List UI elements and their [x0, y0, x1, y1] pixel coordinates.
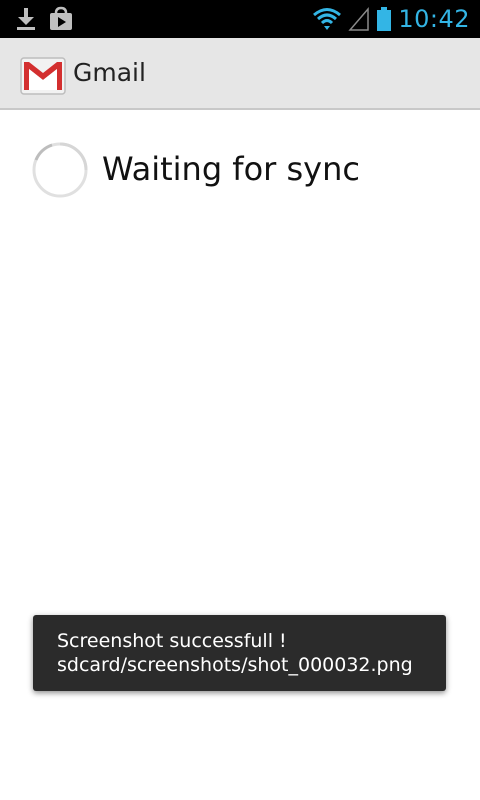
- download-icon: [14, 6, 38, 32]
- gmail-logo-icon[interactable]: [20, 52, 66, 96]
- action-bar: Gmail: [0, 38, 480, 110]
- toast-line-2: sdcard/screenshots/shot_000032.png: [57, 654, 413, 676]
- toast-notification: Screenshot successfull ! sdcard/screensh…: [33, 615, 446, 691]
- status-bar: 10:42: [0, 0, 480, 38]
- signal-icon: [348, 6, 370, 32]
- status-notifications: [14, 6, 74, 32]
- status-indicators: 10:42: [312, 0, 470, 38]
- toast-line-1: Screenshot successfull !: [57, 630, 287, 652]
- battery-icon: [376, 6, 392, 32]
- sync-status: Waiting for sync: [30, 140, 450, 200]
- loading-spinner-icon: [30, 140, 90, 200]
- wifi-icon: [312, 6, 342, 32]
- play-store-icon: [48, 6, 74, 32]
- sync-message: Waiting for sync: [102, 150, 360, 188]
- app-title: Gmail: [73, 58, 146, 87]
- status-time: 10:42: [398, 5, 470, 33]
